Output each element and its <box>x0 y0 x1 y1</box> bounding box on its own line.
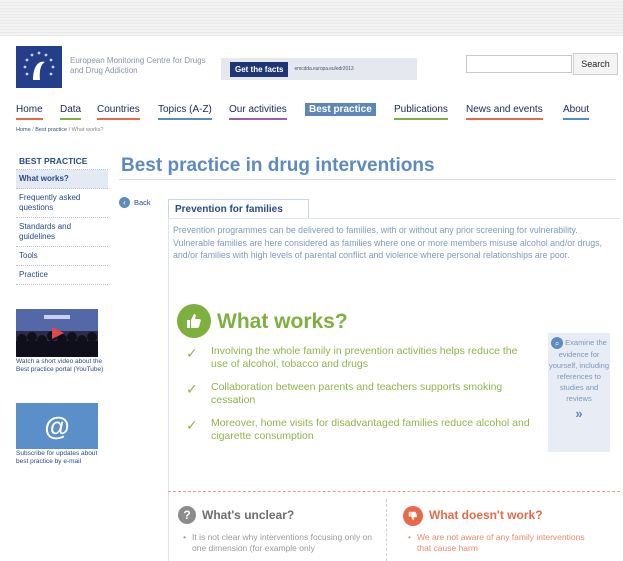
examine-evidence-box[interactable]: ⌕ Examine the evidence for yourself, incl… <box>548 333 610 452</box>
list-item-text: Involving the whole family in prevention… <box>211 345 518 370</box>
sidebar-item-tools[interactable]: Tools <box>16 247 108 266</box>
list-item: ✓ Collaboration between parents and teach… <box>186 381 531 406</box>
sidebar-item-practice[interactable]: Practice <box>16 266 108 285</box>
double-chevron-icon[interactable]: » <box>548 407 610 420</box>
nav-label: Publications <box>394 104 448 115</box>
search-button[interactable]: Search <box>573 53 618 75</box>
back-label: Back <box>134 198 151 207</box>
subscribe-caption[interactable]: Subscribe for updates about best practic… <box>16 450 108 466</box>
nav-home[interactable]: Home <box>16 104 43 120</box>
whats-unclear-body: It is not clear why interventions focusi… <box>192 532 373 553</box>
bullet: • <box>408 532 411 542</box>
nav-publications[interactable]: Publications <box>394 104 448 120</box>
sidebar: BEST PRACTICE What works? Frequently ask… <box>16 152 108 285</box>
breadcrumb-best-practice[interactable]: Best practice <box>35 127 67 133</box>
nav-underline <box>394 118 448 120</box>
nav-news-events[interactable]: News and events <box>466 104 543 120</box>
nav-label: Home <box>16 104 43 115</box>
breadcrumb-home[interactable]: Home <box>16 127 31 133</box>
column-divider <box>386 499 387 561</box>
page-title: Best practice in drug interventions <box>121 155 435 176</box>
thumbs-down-icon <box>403 506 423 526</box>
check-icon: ✓ <box>186 417 198 433</box>
whats-unclear-title: What's unclear? <box>202 508 295 522</box>
bullet: • <box>183 532 186 542</box>
whats-unclear-text: • It is not clear why interventions focu… <box>183 532 375 554</box>
section-divider <box>168 491 620 492</box>
facts-url[interactable]: emcdda.europa.eu/edr2013 <box>294 66 353 72</box>
facts-banner: Get the facts emcdda.europa.eu/edr2013 <box>221 58 417 80</box>
magnifier-icon: ⌕ <box>551 337 564 350</box>
breadcrumb-separator: / <box>68 127 71 133</box>
nav-label: Best practice <box>309 104 372 115</box>
sidebar-item-what-works[interactable]: What works? <box>16 170 108 189</box>
nav-underline <box>563 118 590 120</box>
nav-underline <box>466 118 543 120</box>
back-arrow-icon: ‹ <box>119 197 130 208</box>
breadcrumb-current: What works? <box>71 127 104 133</box>
thumbs-up-icon <box>177 304 211 338</box>
video-thumbnail[interactable] <box>16 309 98 357</box>
nav-underline <box>60 118 82 120</box>
search-input[interactable] <box>466 55 572 73</box>
what-doesnt-work-title: What doesn't work? <box>429 508 543 522</box>
nav-underline <box>97 118 140 120</box>
nav-underline <box>229 118 287 120</box>
list-item: ✓ Involving the whole family in preventio… <box>186 345 531 370</box>
intro-text: Prevention programmes can be delivered t… <box>173 225 602 260</box>
breadcrumb-separator: / <box>32 127 34 133</box>
back-link[interactable]: ‹ Back <box>119 197 151 208</box>
browser-top-strip <box>0 0 623 36</box>
what-doesnt-work-text: • We are not aware of any family interve… <box>408 532 588 554</box>
nav-label: Data <box>60 104 82 115</box>
nav-label: News and events <box>466 104 543 115</box>
list-item-text: Collaboration between parents and teache… <box>211 381 503 406</box>
nav-about[interactable]: About <box>563 104 590 120</box>
nav-topics[interactable]: Topics (A-Z) <box>158 104 212 120</box>
list-item: ✓ Moreover, home visits for disadvantaged… <box>186 417 531 442</box>
sidebar-item-faq[interactable]: Frequently asked questions <box>16 189 108 218</box>
nav-data[interactable]: Data <box>60 104 82 120</box>
nav-our-activities[interactable]: Our activities <box>229 104 287 120</box>
video-caption[interactable]: Watch a short video about the Best pract… <box>16 358 108 374</box>
sidebar-heading: BEST PRACTICE <box>16 152 108 170</box>
nav-label: Our activities <box>229 104 287 115</box>
what-works-title: What works? <box>217 310 348 333</box>
breadcrumb: Home / Best practice / What works? <box>16 127 103 133</box>
question-icon: ? <box>178 506 196 524</box>
sidebar-item-standards[interactable]: Standards and guidelines <box>16 218 108 247</box>
check-icon: ✓ <box>186 381 198 397</box>
org-name: European Monitoring Centre for Drugs and… <box>70 56 206 75</box>
nav-best-practice[interactable]: Best practice <box>305 103 376 116</box>
main-nav: Home Data Countries Topics (A-Z) Our act… <box>16 103 616 122</box>
nav-countries[interactable]: Countries <box>97 104 140 120</box>
nav-underline <box>16 118 43 120</box>
what-doesnt-work-body: We are not aware of any family intervent… <box>417 532 585 553</box>
nav-label: Topics (A-Z) <box>158 104 212 115</box>
nav-label: About <box>563 104 590 115</box>
list-item-text: Moreover, home visits for disadvantaged … <box>211 417 530 442</box>
emcdda-logo-icon[interactable] <box>16 46 62 88</box>
nav-label: Countries <box>97 104 140 115</box>
subscribe-email-icon[interactable]: @ <box>16 403 98 449</box>
check-icon: ✓ <box>186 345 198 361</box>
what-works-list: ✓ Involving the whole family in preventio… <box>186 345 531 453</box>
title-divider <box>119 179 616 180</box>
get-facts-button[interactable]: Get the facts <box>230 61 289 77</box>
tab-prevention-for-families[interactable]: Prevention for families <box>168 199 309 219</box>
nav-underline <box>158 118 212 120</box>
